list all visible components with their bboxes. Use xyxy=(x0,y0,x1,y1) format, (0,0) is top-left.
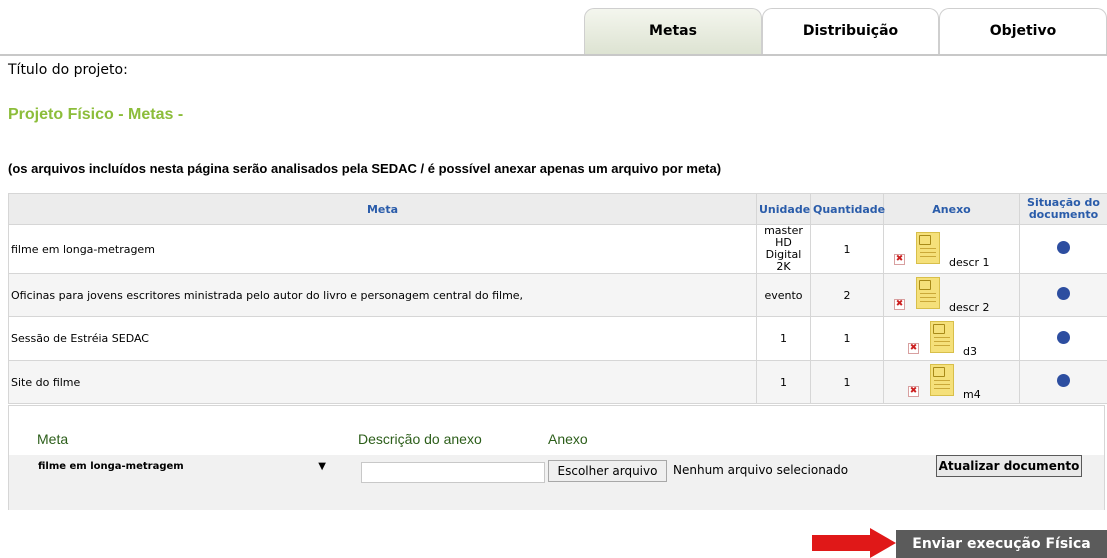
cell-meta: Site do filme xyxy=(8,360,757,404)
document-icon[interactable] xyxy=(916,231,940,264)
cell-quantidade: 1 xyxy=(810,316,884,361)
metas-table: Meta Unidade Quantidade Anexo Situação d… xyxy=(8,193,1107,404)
cell-situacao xyxy=(1019,316,1107,361)
update-document-button[interactable]: Atualizar documento xyxy=(936,455,1082,477)
anexo-label[interactable]: descr 1 xyxy=(949,256,990,269)
anexo-label[interactable]: m4 xyxy=(963,388,981,401)
status-dot-icon xyxy=(1057,287,1070,300)
col-header-unidade: Unidade xyxy=(756,193,811,225)
col-header-meta: Meta xyxy=(8,193,757,225)
submit-execucao-button[interactable]: Enviar execução Física xyxy=(896,530,1107,558)
cell-quantidade: 2 xyxy=(810,273,884,317)
cell-anexo: ✖ m4 xyxy=(883,360,1020,404)
cell-meta: filme em longa-metragem xyxy=(8,224,757,274)
document-icon[interactable] xyxy=(930,363,954,396)
status-dot-icon xyxy=(1057,241,1070,254)
col-header-quantidade: Quantidade xyxy=(810,193,885,225)
anexo-label[interactable]: descr 2 xyxy=(949,301,990,314)
cell-situacao xyxy=(1019,224,1107,274)
delete-x-icon[interactable]: ✖ xyxy=(894,298,905,310)
delete-x-icon[interactable]: ✖ xyxy=(908,385,919,397)
unidade-line: 2K xyxy=(776,260,791,273)
red-arrow-icon xyxy=(812,528,896,558)
table-row: filme em longa-metragem master HD Digita… xyxy=(8,224,1107,274)
cell-unidade: evento xyxy=(756,273,811,317)
anexo-label[interactable]: d3 xyxy=(963,345,977,358)
col-header-anexo: Anexo xyxy=(883,193,1020,225)
cell-quantidade: 1 xyxy=(810,224,884,274)
cell-anexo: ✖ descr 1 xyxy=(883,224,1020,274)
project-title-label: Título do projeto: xyxy=(8,62,128,78)
table-row: Oficinas para jovens escritores ministra… xyxy=(8,273,1107,317)
meta-select-value: filme em longa-metragem xyxy=(38,461,184,472)
table-row: Site do filme 1 1 ✖ m4 xyxy=(8,360,1107,404)
table-row: Sessão de Estréia SEDAC 1 1 ✖ d3 xyxy=(8,316,1107,361)
cell-anexo: ✖ descr 2 xyxy=(883,273,1020,317)
notice-text: (os arquivos incluídos nesta página serã… xyxy=(8,161,722,176)
tab-metas[interactable]: Metas xyxy=(584,8,762,54)
unidade-line: HD Digital xyxy=(765,236,802,261)
tab-divider xyxy=(0,54,1107,56)
status-dot-icon xyxy=(1057,374,1070,387)
meta-select[interactable]: filme em longa-metragem ▼ xyxy=(38,461,336,479)
file-status-text: Nenhum arquivo selecionado xyxy=(673,463,849,477)
descricao-label: Descrição do anexo xyxy=(358,431,482,447)
tab-distribuicao[interactable]: Distribuição xyxy=(762,8,939,54)
meta-label: Meta xyxy=(37,431,69,447)
tab-bar: Metas Distribuição Objetivo xyxy=(584,8,1107,54)
descricao-input[interactable] xyxy=(361,462,545,483)
table-header-row: Meta Unidade Quantidade Anexo Situação d… xyxy=(8,193,1107,225)
cell-situacao xyxy=(1019,360,1107,404)
document-icon[interactable] xyxy=(930,320,954,353)
cell-situacao xyxy=(1019,273,1107,317)
document-icon[interactable] xyxy=(916,276,940,309)
status-dot-icon xyxy=(1057,330,1070,344)
delete-x-icon[interactable]: ✖ xyxy=(908,342,919,354)
choose-file-button[interactable]: Escolher arquivo xyxy=(548,460,667,482)
cell-unidade: master HD Digital 2K xyxy=(756,224,811,274)
cell-meta: Oficinas para jovens escritores ministra… xyxy=(8,273,757,317)
delete-x-icon[interactable]: ✖ xyxy=(894,253,905,265)
cell-unidade: 1 xyxy=(756,316,811,361)
anexo-label-form: Anexo xyxy=(548,431,588,447)
page-heading: Projeto Físico - Metas - xyxy=(8,106,184,123)
cell-quantidade: 1 xyxy=(810,360,884,404)
col-header-situacao: Situação do documento xyxy=(1019,193,1107,225)
cell-unidade: 1 xyxy=(756,360,811,404)
cell-anexo: ✖ d3 xyxy=(883,316,1020,361)
chevron-down-icon[interactable]: ▼ xyxy=(318,461,326,472)
cell-meta: Sessão de Estréia SEDAC xyxy=(8,316,757,361)
col-header-situacao-line2: documento xyxy=(1028,208,1099,221)
tab-objetivo[interactable]: Objetivo xyxy=(939,8,1107,54)
